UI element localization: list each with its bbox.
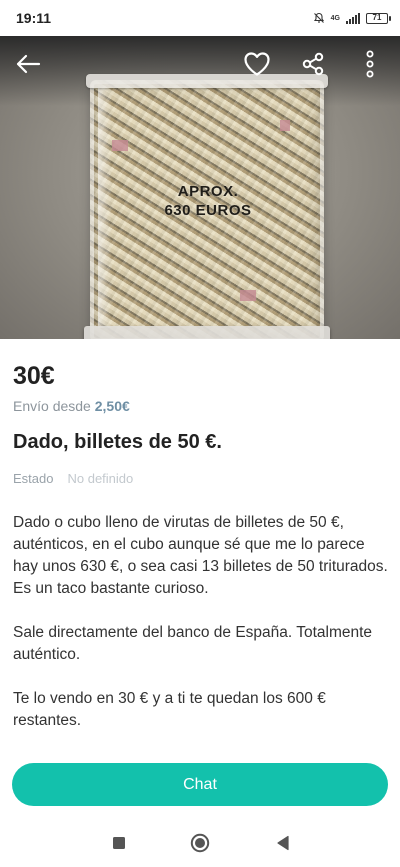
more-vertical-icon xyxy=(366,50,374,78)
description-paragraph: Sale directamente del banco de España. T… xyxy=(13,624,373,663)
square-recents-icon xyxy=(113,837,125,849)
battery-level: 71 xyxy=(372,13,382,22)
triangle-back-icon xyxy=(277,835,289,851)
cube-label-line1: APROX. xyxy=(177,183,239,200)
cube-shine xyxy=(98,88,112,328)
shipping-prefix: Envío desde xyxy=(13,398,91,414)
banknote-fragment xyxy=(112,140,128,151)
shipping-price: 2,50€ xyxy=(94,398,130,414)
back-button[interactable] xyxy=(10,46,46,82)
shipping-info: Envío desde 2,50€ xyxy=(13,398,130,414)
condition-label: Estado xyxy=(13,471,54,486)
more-options-button[interactable] xyxy=(352,46,388,82)
favorite-button[interactable] xyxy=(239,46,275,82)
recents-button[interactable] xyxy=(108,832,130,854)
circle-home-icon xyxy=(190,833,210,853)
system-back-button[interactable] xyxy=(272,832,294,854)
image-toolbar xyxy=(0,46,400,86)
cube-base xyxy=(84,326,330,339)
status-time: 19:11 xyxy=(16,10,52,26)
listing-description: Dado o cubo lleno de virutas de billetes… xyxy=(13,512,388,754)
home-button[interactable] xyxy=(189,832,211,854)
system-navigation-bar xyxy=(0,818,400,867)
condition-value: No definido xyxy=(67,471,134,486)
description-paragraph: Dado o cubo lleno de virutas de billetes… xyxy=(13,514,388,597)
signal-icon xyxy=(346,12,360,24)
cube-label: APROX. 630 EUROS xyxy=(138,182,278,220)
share-button[interactable] xyxy=(295,46,331,82)
status-bar: 19:11 4G 71 xyxy=(0,0,400,36)
heart-icon xyxy=(244,52,270,76)
product-image[interactable]: APROX. 630 EUROS xyxy=(0,36,400,339)
chat-button-label: Chat xyxy=(183,775,217,793)
share-icon xyxy=(302,52,324,76)
description-paragraph: Te lo vendo en 30 € y a ti te quedan los… xyxy=(13,690,326,729)
battery-icon: 71 xyxy=(366,12,391,24)
listing-price: 30€ xyxy=(13,362,55,390)
cube-label-line2: 630 EUROS xyxy=(164,202,252,219)
condition-row: Estado No definido xyxy=(13,471,133,486)
back-arrow-icon xyxy=(16,54,41,74)
listing-title: Dado, billetes de 50 €. xyxy=(13,431,222,453)
money-cube-illustration: APROX. 630 EUROS xyxy=(84,74,330,339)
banknote-fragment xyxy=(280,120,290,131)
status-icons: 4G 71 xyxy=(313,12,391,24)
mute-bell-icon xyxy=(313,12,324,23)
network-type-label: 4G xyxy=(330,14,340,22)
chat-button[interactable]: Chat xyxy=(12,763,388,806)
banknote-fragment xyxy=(240,290,256,301)
